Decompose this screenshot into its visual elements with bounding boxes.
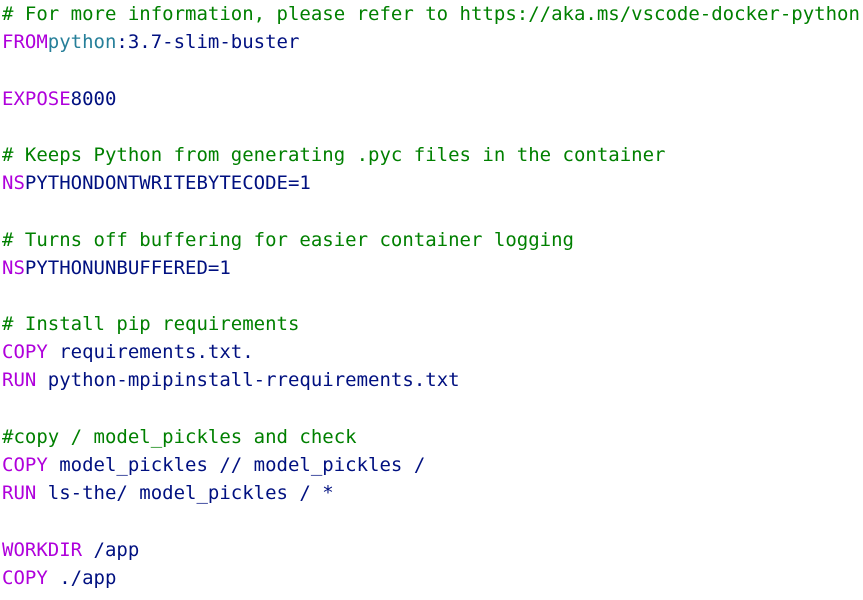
code-token-keyword: COPY: [2, 454, 48, 476]
code-token-plain: 8000: [70, 87, 117, 110]
code-token-keyword: EXPOSE: [2, 87, 71, 110]
code-line[interactable]: # Install pip requirements: [0, 310, 863, 338]
code-line[interactable]: COPY model_pickles // model_pickles /: [0, 451, 863, 479]
code-token-plain: /app: [82, 538, 140, 561]
code-token-image: python: [47, 31, 117, 54]
code-line[interactable]: # Keeps Python from generating .pyc file…: [0, 141, 863, 169]
code-token-plain: PYTHONDONTWRITEBYTECODE=1: [24, 172, 311, 195]
code-token-plain: model_pickles // model_pickles /: [47, 454, 426, 476]
code-line[interactable]: [0, 507, 863, 535]
code-token-plain: ./app: [47, 566, 117, 589]
code-line[interactable]: WORKDIR /app: [0, 536, 863, 564]
code-line[interactable]: #copy / model_pickles and check: [0, 423, 863, 451]
code-line[interactable]: COPY requirements.txt.: [0, 338, 863, 366]
code-token-keyword: RUN: [2, 482, 37, 505]
code-token-keyword: WORKDIR: [2, 538, 83, 561]
code-token-comment: # Install pip requirements: [2, 313, 300, 336]
code-line[interactable]: # For more information, please refer to …: [0, 0, 863, 28]
code-line[interactable]: FROMpython:3.7-slim-buster: [0, 28, 863, 56]
code-line[interactable]: [0, 197, 863, 225]
code-token-plain: python-mpipinstall-rrequirements.txt: [36, 369, 460, 392]
code-line[interactable]: [0, 56, 863, 84]
code-token-plain: ls-the/ model_pickles / *: [36, 482, 334, 505]
code-token-keyword: NS: [2, 172, 25, 195]
code-line[interactable]: RUN ls-the/ model_pickles / *: [0, 479, 863, 507]
code-token-keyword: COPY: [2, 341, 48, 364]
code-token-keyword: FROM: [2, 31, 48, 54]
code-token-comment: #copy / model_pickles and check: [2, 425, 357, 448]
code-token-plain: :3.7-slim-buster: [116, 31, 300, 54]
code-line[interactable]: COPY ./app: [0, 564, 863, 592]
code-token-keyword: COPY: [2, 566, 48, 589]
code-line[interactable]: NSPYTHONDONTWRITEBYTECODE=1: [0, 169, 863, 197]
code-token-comment: # Keeps Python from generating .pyc file…: [2, 143, 666, 166]
code-token-comment: # For more information, please refer to …: [2, 3, 860, 25]
code-token-plain: requirements.txt.: [47, 341, 254, 364]
code-token-keyword: NS: [2, 256, 25, 279]
code-line[interactable]: RUN python-mpipinstall-rrequirements.txt: [0, 366, 863, 394]
code-line[interactable]: [0, 282, 863, 310]
code-line[interactable]: NSPYTHONUNBUFFERED=1: [0, 254, 863, 282]
code-token-comment: # Turns off buffering for easier contain…: [2, 228, 574, 251]
code-line[interactable]: # Turns off buffering for easier contain…: [0, 226, 863, 254]
code-token-keyword: RUN: [2, 369, 37, 392]
code-line[interactable]: [0, 395, 863, 423]
code-line[interactable]: EXPOSE8000: [0, 85, 863, 113]
code-line[interactable]: [0, 113, 863, 141]
code-editor[interactable]: # For more information, please refer to …: [0, 0, 863, 600]
code-token-plain: PYTHONUNBUFFERED=1: [24, 256, 231, 279]
